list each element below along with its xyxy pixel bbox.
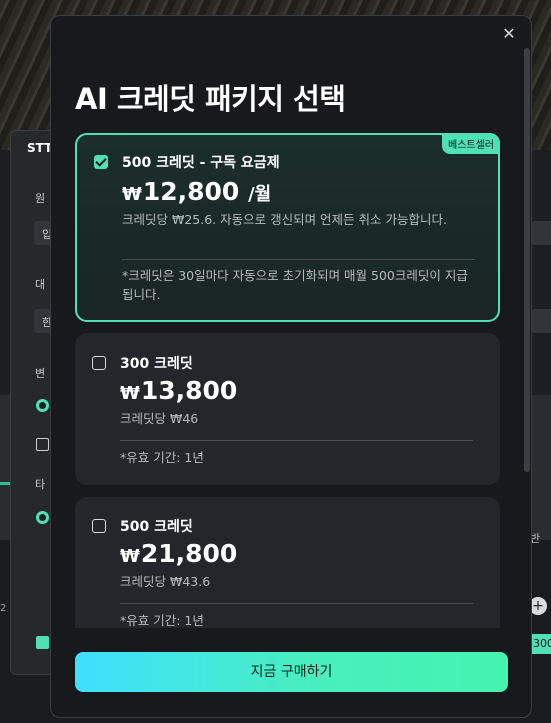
package-checkbox-500[interactable]	[92, 519, 106, 533]
package-description: 크레딧당 ₩25.6. 자동으로 갱신되며 언제든 취소 가능합니다.	[122, 212, 447, 227]
panel-radio-type[interactable]	[36, 511, 49, 524]
progress-indicator	[0, 482, 10, 485]
panel-checkbox-checked[interactable]	[36, 636, 49, 649]
package-checkbox-subscription[interactable]	[94, 155, 108, 169]
panel-label-convert: 변	[35, 367, 46, 380]
package-note: *유효 기간: 1년	[120, 613, 204, 628]
panel-checkbox[interactable]	[36, 438, 49, 451]
price-amount: 13,800	[140, 376, 238, 405]
modal-title: AI 크레딧 패키지 선택	[75, 82, 346, 116]
package-price: ₩12,800 /월	[122, 177, 271, 206]
package-divider	[120, 603, 473, 604]
right-field-1[interactable]	[531, 221, 551, 245]
package-description: 크레딧당 ₩43.6	[120, 574, 211, 589]
package-name: 300 크레딧	[120, 356, 193, 372]
credit-count-badge: 300	[531, 634, 551, 654]
package-note: *유효 기간: 1년	[120, 450, 204, 465]
bestseller-badge: 베스트셀러	[442, 133, 500, 154]
currency-symbol: ₩	[122, 184, 142, 205]
panel-label-type: 타	[35, 478, 46, 491]
buy-now-button[interactable]: 지금 구매하기	[75, 652, 508, 692]
right-field-2[interactable]	[531, 309, 551, 333]
package-checkbox-300[interactable]	[92, 356, 106, 370]
package-divider	[120, 440, 473, 441]
package-price: ₩13,800	[120, 376, 237, 405]
package-name: 500 크레딧 - 구독 요금제	[122, 155, 280, 171]
package-note: *크레딧은 30일마다 자동으로 초기화되며 매월 500크레딧이 지급됩니다.	[122, 268, 468, 302]
currency-symbol: ₩	[120, 383, 140, 404]
package-list: 베스트셀러 500 크레딧 - 구독 요금제 ₩12,800 /월 크레딧당 ₩…	[75, 133, 501, 628]
credit-package-modal: ✕ AI 크레딧 패키지 선택 베스트셀러 500 크레딧 - 구독 요금제 ₩…	[50, 15, 532, 718]
currency-symbol: ₩	[120, 546, 140, 567]
package-price: ₩21,800	[120, 539, 237, 568]
package-card-subscription[interactable]: 베스트셀러 500 크레딧 - 구독 요금제 ₩12,800 /월 크레딧당 ₩…	[75, 133, 500, 322]
package-description: 크레딧당 ₩46	[120, 411, 199, 426]
price-amount: 12,800	[142, 177, 240, 206]
price-period: /월	[248, 184, 272, 205]
panel-label-target: 대	[35, 278, 46, 291]
panel-radio-option[interactable]	[36, 399, 49, 412]
panel-label-source: 원	[35, 192, 46, 205]
package-card-300[interactable]: 300 크레딧 ₩13,800 크레딧당 ₩46 *유효 기간: 1년	[75, 333, 500, 485]
package-divider	[122, 259, 475, 260]
scrollbar[interactable]	[524, 48, 530, 472]
timeline-marker: 2	[0, 603, 7, 614]
package-name: 500 크레딧	[120, 519, 193, 535]
close-icon[interactable]: ✕	[500, 25, 518, 43]
package-card-500[interactable]: 500 크레딧 ₩21,800 크레딧당 ₩43.6 *유효 기간: 1년	[75, 497, 500, 628]
price-amount: 21,800	[140, 539, 238, 568]
stt-panel-title: STT	[27, 141, 53, 155]
